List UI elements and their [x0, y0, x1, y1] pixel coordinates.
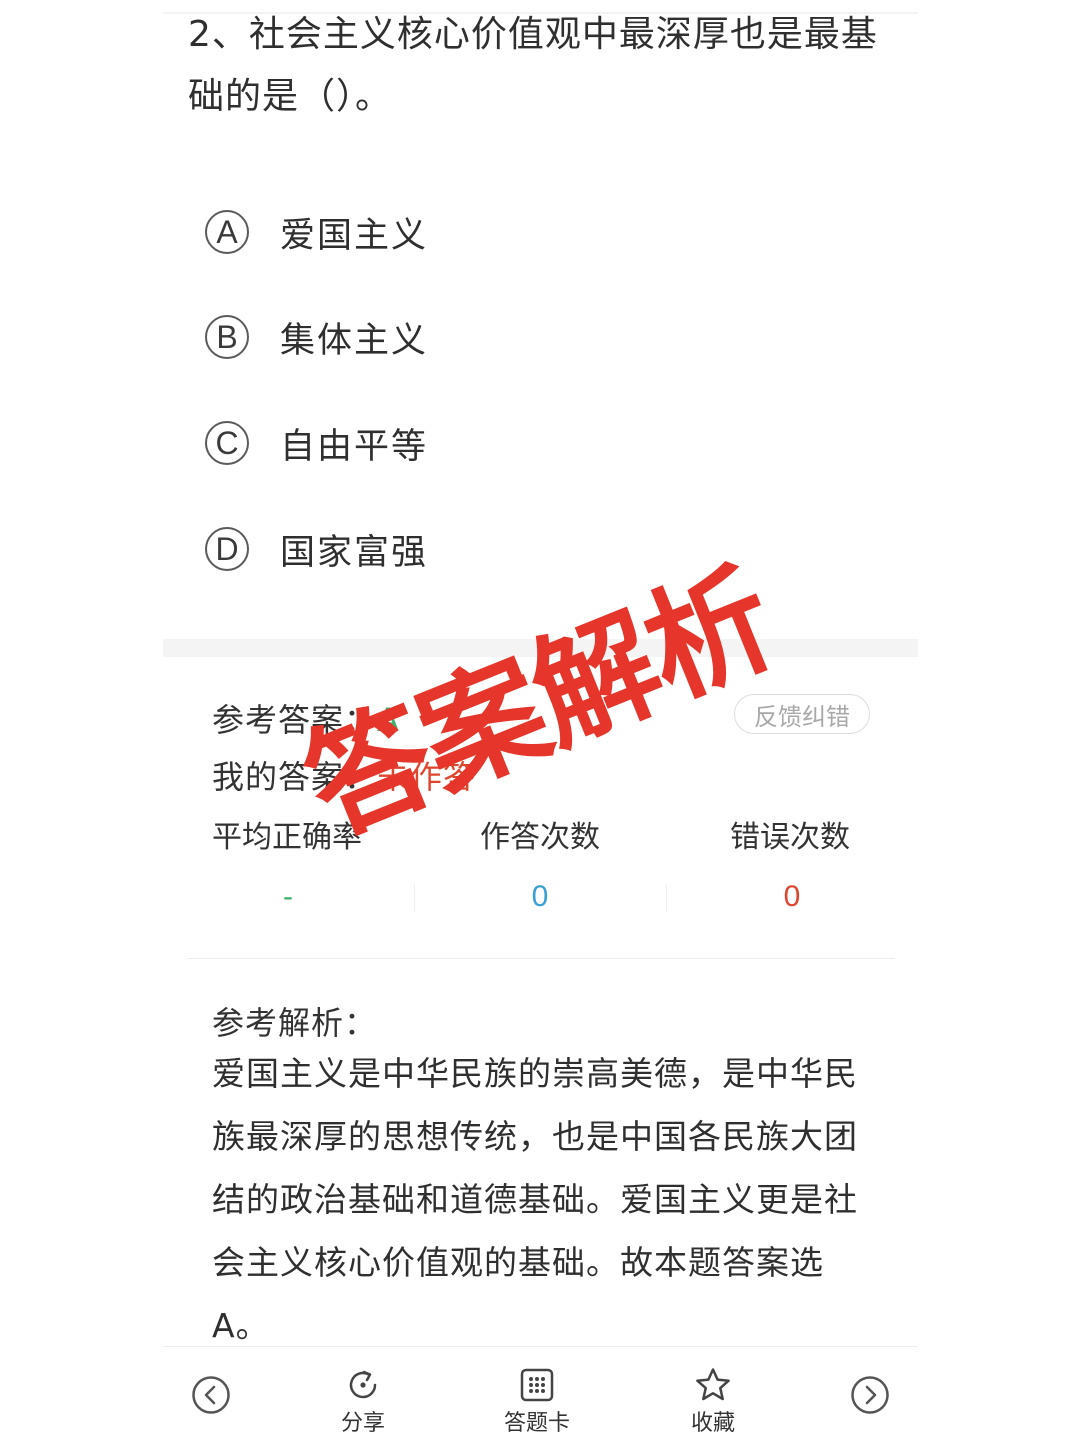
option-c-letter: C — [205, 421, 249, 465]
refresh-share-icon — [345, 1367, 381, 1403]
favorite-button[interactable]: 收藏 — [691, 1367, 735, 1437]
answer-card-label: 答题卡 — [504, 1411, 571, 1436]
my-answer-value: 未作答 — [377, 758, 477, 796]
option-d-letter: D — [205, 527, 249, 571]
answer-card-button[interactable]: 答题卡 — [504, 1367, 570, 1437]
option-b-text: 集体主义 — [280, 320, 429, 361]
chevron-right-icon — [850, 1375, 890, 1415]
favorite-label: 收藏 — [691, 1411, 736, 1436]
option-d[interactable]: D 国家富强 — [205, 525, 428, 573]
star-icon — [694, 1367, 732, 1403]
reference-answer-row: 参考答案：A — [212, 695, 400, 741]
attempt-count-value: 0 — [531, 880, 549, 913]
share-button[interactable]: 分享 — [341, 1367, 385, 1437]
question-text: 2、社会主义核心价值观中最深厚也是最基础的是（）。 — [188, 14, 878, 117]
attempt-count-label: 作答次数 — [480, 820, 600, 855]
prev-button[interactable] — [191, 1375, 231, 1415]
feedback-button[interactable]: 反馈纠错 — [734, 694, 870, 734]
my-answer-row: 我的答案：未作答 — [212, 752, 476, 798]
option-a-text: 爱国主义 — [280, 215, 429, 256]
section-divider — [163, 639, 918, 657]
my-answer-label: 我的答案： — [212, 758, 378, 796]
error-count-value: 0 — [783, 880, 801, 913]
reference-answer-value: A — [377, 701, 400, 739]
option-b[interactable]: B 集体主义 — [205, 313, 428, 361]
stat-separator — [666, 884, 667, 912]
share-label: 分享 — [341, 1411, 386, 1436]
grid-icon — [519, 1367, 555, 1403]
option-b-letter: B — [205, 315, 249, 359]
reference-answer-label: 参考答案： — [212, 701, 378, 739]
option-a-letter: A — [205, 210, 249, 254]
error-count-label: 错误次数 — [730, 820, 850, 855]
option-c[interactable]: C 自由平等 — [205, 419, 428, 467]
avg-accuracy-value: - — [283, 880, 293, 913]
stat-separator — [414, 884, 415, 912]
option-d-text: 国家富强 — [280, 532, 429, 573]
stats-divider — [187, 958, 895, 959]
avg-accuracy-label: 平均正确率 — [212, 820, 362, 855]
analysis-title: 参考解析： — [212, 1004, 378, 1042]
option-a[interactable]: A 爱国主义 — [205, 208, 428, 256]
next-button[interactable] — [850, 1375, 890, 1415]
analysis-body: 爱国主义是中华民族的崇高美德，是中华民族最深厚的思想传统，也是中国各民族大团结的… — [212, 1054, 858, 1345]
option-c-text: 自由平等 — [280, 426, 429, 467]
chevron-left-icon — [191, 1375, 231, 1415]
bottom-nav-bar: 分享 答题卡 收藏 — [163, 1346, 918, 1440]
